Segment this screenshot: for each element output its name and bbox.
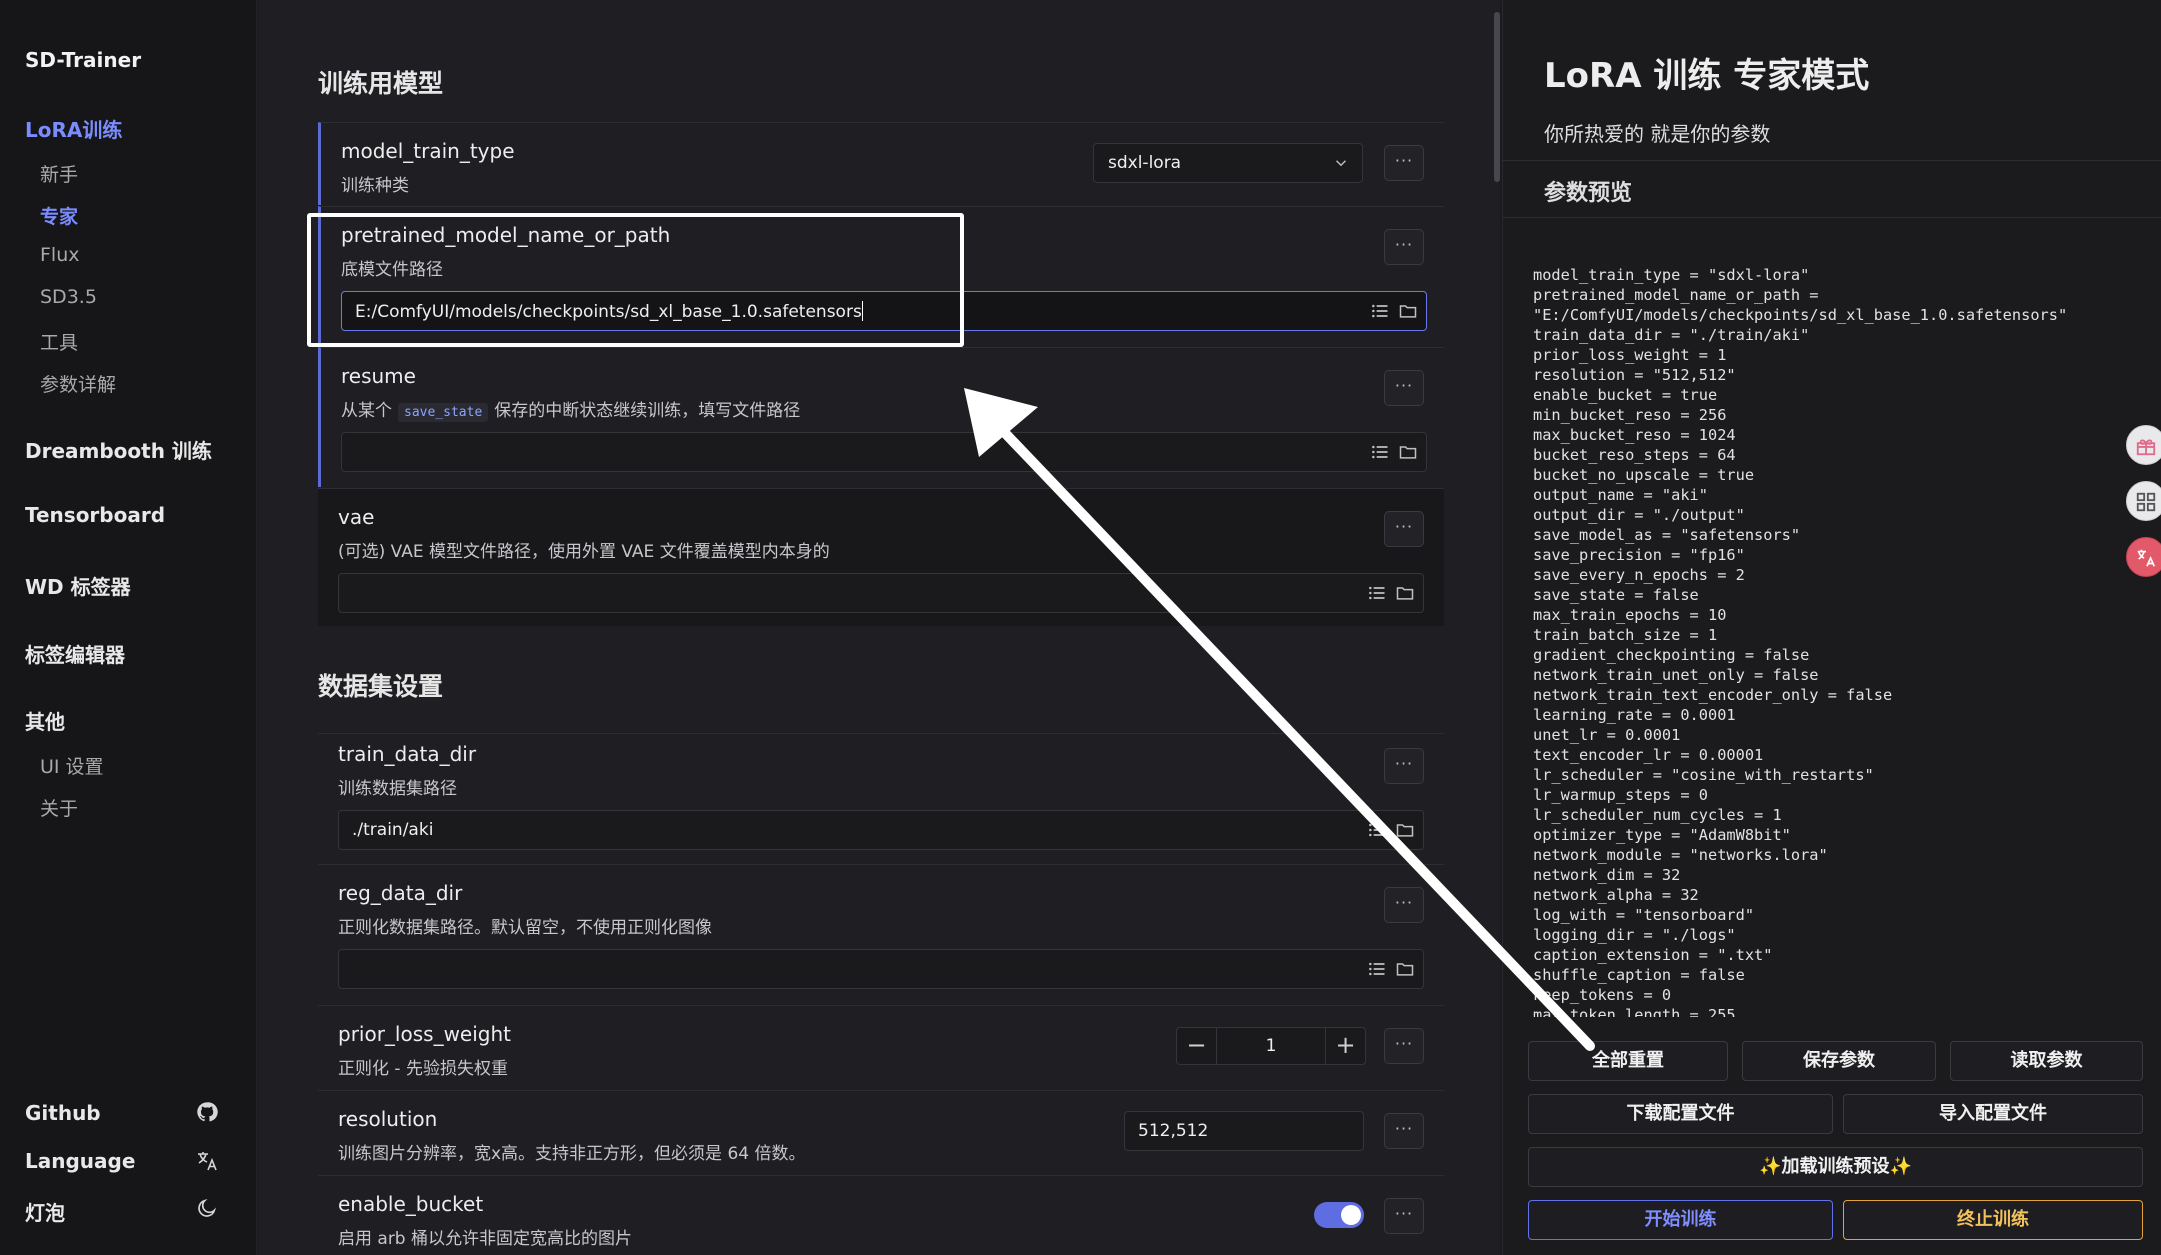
annotation-arrow-icon xyxy=(964,388,1595,1051)
